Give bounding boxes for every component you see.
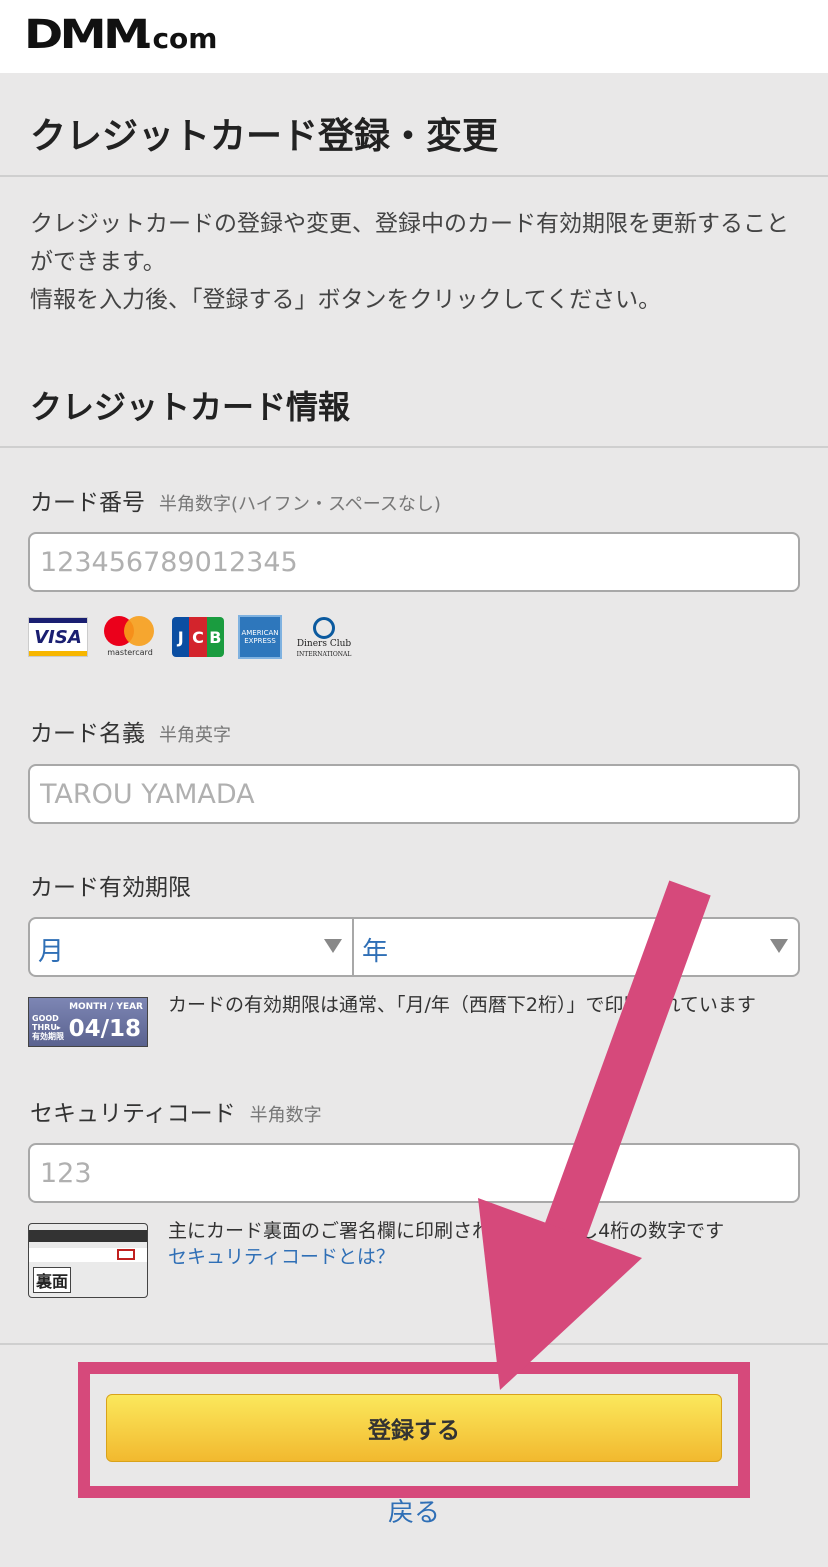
security-code-info-link[interactable]: セキュリティコードとは？ xyxy=(168,1246,395,1268)
card-name-hint: 半角英字 xyxy=(159,725,231,746)
expiry-year-select[interactable]: 年 xyxy=(354,917,800,977)
expiry-sample-header: MONTH / YEAR xyxy=(69,1002,143,1012)
security-code-help: 主にカード裏面のご署名欄に印刷された3桁ないし4桁の数字です セキュリティコード… xyxy=(168,1218,798,1270)
security-code-input[interactable] xyxy=(28,1143,800,1203)
card-name-label: カード名義 xyxy=(30,721,145,747)
logo-suffix-text: .com xyxy=(141,22,218,55)
visa-text: VISA xyxy=(34,626,82,648)
amex-text-bottom: EXPRESS xyxy=(244,637,276,645)
mastercard-orange-circle xyxy=(124,616,154,646)
register-button[interactable]: 登録する xyxy=(106,1394,722,1462)
page-title: クレジットカード登録・変更 xyxy=(30,116,499,157)
jcb-letter-b: B xyxy=(206,617,224,657)
mastercard-icon: mastercard xyxy=(102,614,158,660)
card-number-label: カード番号 xyxy=(30,490,145,516)
chevron-down-icon xyxy=(324,939,342,953)
amex-icon: AMERICAN EXPRESS xyxy=(238,615,282,659)
card-back-image: 裏面 xyxy=(28,1223,148,1298)
security-code-label-row: セキュリティコード 半角数字 xyxy=(30,1094,322,1128)
section-title: クレジットカード情報 xyxy=(30,388,351,426)
security-code-label: セキュリティコード xyxy=(30,1101,236,1127)
expiry-month-value: 月 xyxy=(38,937,65,967)
section-divider xyxy=(0,446,828,448)
description-line-2: 情報を入力後、「登録する」ボタンをクリックしてください。 xyxy=(30,287,662,313)
mastercard-text: mastercard xyxy=(107,648,153,657)
description-line-1: クレジットカードの登録や変更、登録中のカード有効期限を更新することができます。 xyxy=(30,211,789,275)
jcb-icon: J C B xyxy=(172,617,224,657)
amex-text-top: AMERICAN xyxy=(241,629,279,637)
page-description: クレジットカードの登録や変更、登録中のカード有効期限を更新することができます。 … xyxy=(30,205,810,319)
form-bottom-divider xyxy=(0,1343,828,1345)
expiry-sample-date: 04/18 xyxy=(68,1016,141,1042)
jcb-letter-c: C xyxy=(189,617,207,657)
chevron-down-icon xyxy=(770,939,788,953)
signature-panel xyxy=(29,1248,147,1262)
header-bar: DMM .com xyxy=(0,0,828,73)
diners-ring xyxy=(313,617,335,639)
diners-line-1: Diners Club xyxy=(296,639,352,649)
card-number-hint: 半角数字(ハイフン・スペースなし) xyxy=(159,494,441,515)
expiry-sample-image: MONTH / YEAR GOOD THRU▸ 有効期限 04/18 xyxy=(28,997,148,1047)
expiry-label: カード有効期限 xyxy=(30,875,191,901)
magnetic-strip xyxy=(29,1230,147,1242)
jcb-letter-j: J xyxy=(172,617,190,657)
back-link[interactable]: 戻る xyxy=(0,1492,828,1529)
card-name-input[interactable] xyxy=(28,764,800,824)
security-code-hint: 半角数字 xyxy=(249,1105,322,1126)
expiry-sample-good-thru: GOOD THRU▸ 有効期限 xyxy=(32,1014,64,1041)
card-number-label-row: カード番号 半角数字(ハイフン・スペースなし) xyxy=(30,483,441,517)
expiry-year-value: 年 xyxy=(362,937,389,967)
diners-line-2: INTERNATIONAL xyxy=(296,651,352,658)
logo-main-text: DMM xyxy=(24,12,150,58)
expiry-help-text: カードの有効期限は通常、「月/年（西暦下2桁）」で印刷されています xyxy=(168,994,756,1016)
card-number-input[interactable] xyxy=(28,532,800,592)
card-brand-logos: VISA mastercard J C B AMERICAN EXPRESS D… xyxy=(28,614,352,660)
card-name-label-row: カード名義 半角英字 xyxy=(30,714,231,748)
card-back-label: 裏面 xyxy=(33,1267,72,1293)
cvv-highlight-box xyxy=(117,1249,135,1260)
dmm-logo[interactable]: DMM .com xyxy=(24,12,218,58)
visa-icon: VISA xyxy=(28,617,88,657)
title-row: クレジットカード登録・変更 xyxy=(0,73,828,177)
expiry-month-select[interactable]: 月 xyxy=(28,917,354,977)
diners-text: Diners Club INTERNATIONAL xyxy=(296,639,352,660)
security-code-help-text: 主にカード裏面のご署名欄に印刷された3桁ないし4桁の数字です xyxy=(168,1220,725,1242)
diners-club-icon: Diners Club INTERNATIONAL xyxy=(296,615,352,659)
